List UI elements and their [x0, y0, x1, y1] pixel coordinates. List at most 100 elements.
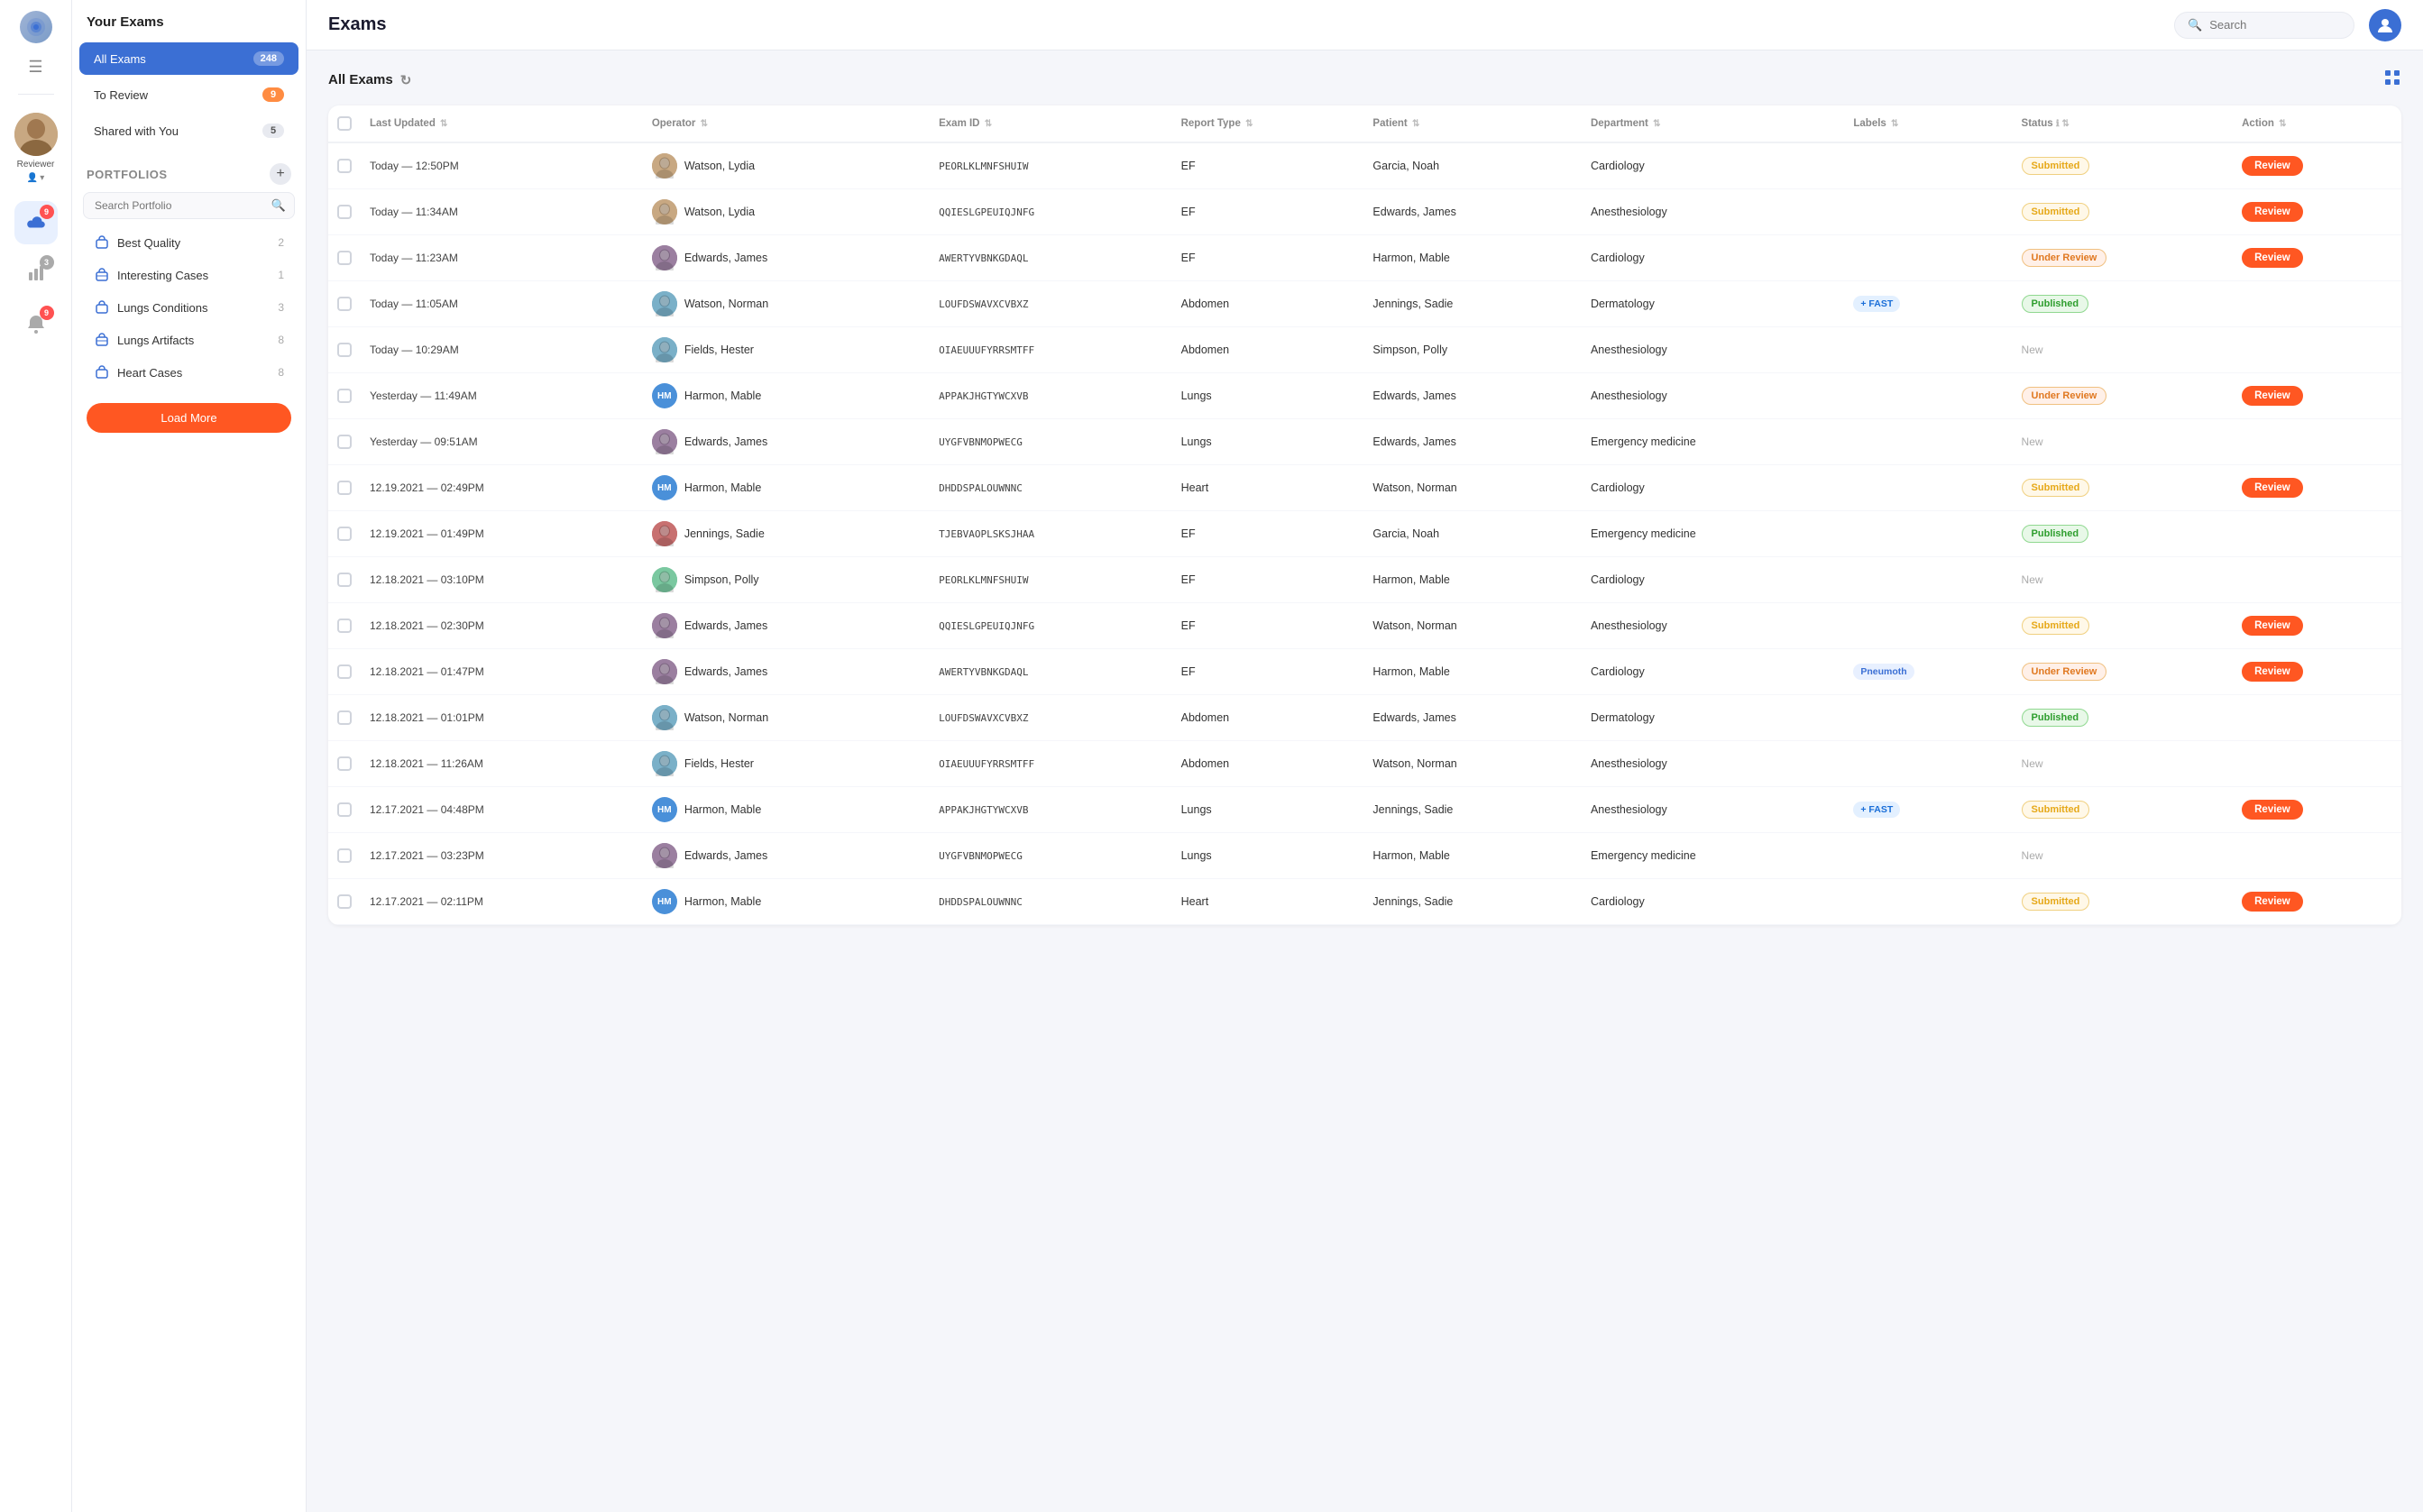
cell-report-type: Heart: [1172, 879, 1364, 925]
row-checkbox[interactable]: [337, 251, 352, 265]
cell-action: Review: [2233, 879, 2401, 925]
review-button[interactable]: Review: [2242, 202, 2303, 222]
row-checkbox[interactable]: [337, 664, 352, 679]
grid-view-icon[interactable]: [2383, 69, 2401, 91]
review-button[interactable]: Review: [2242, 478, 2303, 498]
row-checkbox[interactable]: [337, 389, 352, 403]
operator-avatar: [652, 245, 677, 270]
row-checkbox[interactable]: [337, 343, 352, 357]
row-checkbox[interactable]: [337, 802, 352, 817]
row-checkbox[interactable]: [337, 297, 352, 311]
row-checkbox[interactable]: [337, 710, 352, 725]
operator-avatar: [652, 613, 677, 638]
cell-labels: Pneumoth: [1844, 649, 2012, 695]
cell-report-type: EF: [1172, 603, 1364, 649]
row-checkbox[interactable]: [337, 481, 352, 495]
cell-patient: Jennings, Sadie: [1363, 787, 1582, 833]
add-portfolio-button[interactable]: +: [270, 163, 291, 185]
row-checkbox[interactable]: [337, 527, 352, 541]
nav-bell-icon[interactable]: 9: [14, 302, 58, 345]
avatar: [14, 113, 58, 156]
table-row: 12.18.2021 — 11:26AM Fields, Hester OIAE…: [328, 741, 2401, 787]
review-button[interactable]: Review: [2242, 248, 2303, 268]
search-portfolio-input[interactable]: [83, 192, 295, 219]
table-row: Yesterday — 11:49AM HM Harmon, Mable APP…: [328, 373, 2401, 419]
cell-date: Today — 11:05AM: [361, 281, 643, 327]
review-button[interactable]: Review: [2242, 800, 2303, 820]
cell-patient: Harmon, Mable: [1363, 833, 1582, 879]
cell-operator: Edwards, James: [643, 419, 930, 465]
row-checkbox[interactable]: [337, 435, 352, 449]
col-operator: Operator ⇅: [643, 105, 930, 142]
cell-department: Cardiology: [1582, 465, 1844, 511]
cell-operator: Watson, Norman: [643, 281, 930, 327]
cell-patient: Edwards, James: [1363, 373, 1582, 419]
status-badge: Under Review: [2022, 387, 2107, 405]
col-exam-id: Exam ID ⇅: [930, 105, 1172, 142]
status-badge: Submitted: [2022, 617, 2090, 635]
review-button[interactable]: Review: [2242, 616, 2303, 636]
row-checkbox[interactable]: [337, 756, 352, 771]
cell-action: [2233, 327, 2401, 373]
table-row: Today — 12:50PM Watson, Lydia PEORLKLMNF…: [328, 142, 2401, 189]
cell-status: Published: [2013, 281, 2234, 327]
portfolio-heart-briefcase-icon: [94, 364, 110, 380]
review-button[interactable]: Review: [2242, 386, 2303, 406]
nav-cloud-icon[interactable]: 9: [14, 201, 58, 244]
row-checkbox[interactable]: [337, 848, 352, 863]
load-more-button[interactable]: Load More: [87, 403, 291, 433]
table-row: 12.19.2021 — 02:49PM HM Harmon, Mable DH…: [328, 465, 2401, 511]
hamburger-menu-icon[interactable]: ☰: [20, 50, 52, 83]
cell-patient: Watson, Norman: [1363, 465, 1582, 511]
portfolio-lungs-artifacts[interactable]: Lungs Artifacts 8: [79, 325, 298, 355]
nav-all-exams[interactable]: All Exams 248: [79, 42, 298, 75]
col-report-type: Report Type ⇅: [1172, 105, 1364, 142]
review-button[interactable]: Review: [2242, 156, 2303, 176]
cell-labels: + FAST: [1844, 787, 2012, 833]
operator-avatar: [652, 291, 677, 316]
search-input[interactable]: [2209, 18, 2341, 32]
row-checkbox[interactable]: [337, 159, 352, 173]
cell-date: 12.19.2021 — 02:49PM: [361, 465, 643, 511]
select-all-checkbox[interactable]: [337, 116, 352, 131]
refresh-icon[interactable]: ↻: [400, 72, 412, 88]
cell-exam-id: APPAKJHGTYWCXVB: [930, 787, 1172, 833]
cell-department: Anesthesiology: [1582, 327, 1844, 373]
cell-status: New: [2013, 419, 2234, 465]
cell-status: New: [2013, 833, 2234, 879]
cell-labels: [1844, 511, 2012, 557]
nav-shared-with-you[interactable]: Shared with You 5: [79, 115, 298, 147]
cell-exam-id: LOUFDSWAVXCVBXZ: [930, 695, 1172, 741]
row-checkbox[interactable]: [337, 894, 352, 909]
operator-avatar: [652, 843, 677, 868]
review-button[interactable]: Review: [2242, 892, 2303, 912]
portfolio-lungs-conditions[interactable]: Lungs Conditions 3: [79, 292, 298, 323]
portfolio-best-quality[interactable]: Best Quality 2: [79, 227, 298, 258]
user-avatar-button[interactable]: [2369, 9, 2401, 41]
status-badge: Submitted: [2022, 203, 2090, 221]
row-checkbox[interactable]: [337, 619, 352, 633]
row-checkbox[interactable]: [337, 573, 352, 587]
cell-operator: Edwards, James: [643, 603, 930, 649]
nav-chart-icon[interactable]: 3: [14, 252, 58, 295]
row-checkbox[interactable]: [337, 205, 352, 219]
cell-report-type: Abdomen: [1172, 695, 1364, 741]
cell-exam-id: QQIESLGPEUIQJNFG: [930, 189, 1172, 235]
reviewer-section: Reviewer 👤▾: [14, 113, 58, 183]
label-pneumo: Pneumoth: [1853, 664, 1914, 680]
cell-status: New: [2013, 327, 2234, 373]
status-badge: New: [2022, 849, 2043, 862]
cell-labels: [1844, 327, 2012, 373]
cell-date: 12.18.2021 — 11:26AM: [361, 741, 643, 787]
portfolios-title: Portfolios: [87, 168, 168, 181]
table-section-title: All Exams ↻: [328, 72, 411, 88]
cell-date: 12.17.2021 — 02:11PM: [361, 879, 643, 925]
cell-exam-id: UYGFVBNMOPWECG: [930, 419, 1172, 465]
table-row: 12.17.2021 — 02:11PM HM Harmon, Mable DH…: [328, 879, 2401, 925]
review-button[interactable]: Review: [2242, 662, 2303, 682]
reviewer-dropdown[interactable]: 👤▾: [27, 173, 44, 183]
portfolio-heart-cases[interactable]: Heart Cases 8: [79, 357, 298, 388]
portfolio-interesting-cases[interactable]: Interesting Cases 1: [79, 260, 298, 290]
status-badge: New: [2022, 344, 2043, 356]
nav-to-review[interactable]: To Review 9: [79, 78, 298, 111]
